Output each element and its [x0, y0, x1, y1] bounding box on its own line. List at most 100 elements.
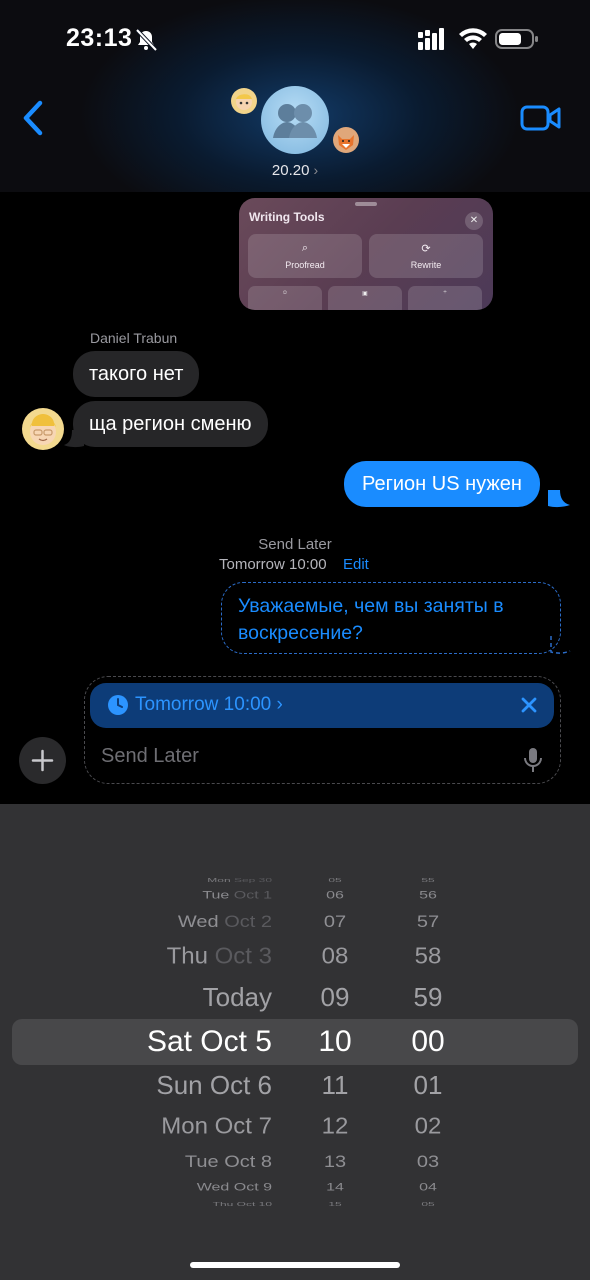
member-avatar [231, 88, 257, 114]
picker-hour[interactable]: 15 [306, 1201, 364, 1207]
panel-grabber[interactable] [355, 202, 377, 206]
picker-date[interactable]: Mon Oct 7 [161, 1113, 272, 1140]
chevron-right-icon: › [313, 162, 319, 178]
send-later-label: Send Later [258, 536, 332, 553]
picker-row[interactable]: Tue Oct 8 13 03 [0, 1152, 590, 1172]
writing-tools-close-button[interactable]: ✕ [465, 212, 483, 230]
picker-hour[interactable]: 05 [306, 877, 364, 883]
picker-row[interactable]: Tue Oct 1 06 56 [0, 889, 590, 902]
proofread-button[interactable]: ⌕ Proofread [248, 234, 362, 278]
picker-date-label: Sun Oct 6 [156, 1070, 272, 1101]
picker-date[interactable]: Thu Oct 10 [213, 1201, 272, 1207]
picker-minute[interactable]: 56 [397, 889, 459, 902]
dictation-mic-icon[interactable] [523, 746, 543, 774]
picker-date-suffix: Oct 3 [207, 943, 272, 969]
cellular-signal-icon [418, 28, 444, 50]
picker-hour[interactable]: 14 [306, 1181, 364, 1194]
picker-row[interactable]: Thu Oct 3 08 58 [0, 943, 590, 970]
picker-date-label: Thu [166, 943, 208, 969]
professional-tone-button[interactable]: ▣ [328, 286, 402, 310]
picker-hour[interactable]: 12 [306, 1113, 364, 1140]
picker-row[interactable]: Mon Oct 7 12 02 [0, 1113, 590, 1140]
back-chevron-icon[interactable] [18, 100, 48, 136]
message-input-placeholder[interactable]: Send Later [101, 745, 199, 768]
picker-minute[interactable]: 57 [397, 912, 459, 932]
picker-minute[interactable]: 00 [397, 1024, 459, 1060]
schedule-chip-label[interactable]: Tomorrow 10:00 › [135, 694, 283, 716]
writing-tools-panel: Writing Tools ✕ ⌕ Proofread ⟳ Rewrite ☺ … [239, 198, 493, 310]
picker-hour[interactable]: 11 [306, 1070, 364, 1101]
remove-schedule-close-icon[interactable] [518, 694, 540, 716]
picker-date-suffix: Sep 30 [230, 876, 272, 884]
picker-minute[interactable]: 05 [397, 1201, 459, 1207]
outgoing-message[interactable]: Регион US нужен [344, 461, 540, 507]
picker-hour[interactable]: 09 [306, 982, 364, 1013]
wifi-icon [459, 28, 487, 49]
bubble-tail [550, 636, 571, 654]
scheduled-message[interactable]: Уважаемые, чем вы заняты в воскресение? [221, 582, 561, 654]
picker-date-label: Tue Oct 8 [184, 1152, 272, 1172]
incoming-message[interactable]: такого нет [73, 351, 200, 397]
bubble-tail [548, 490, 570, 508]
picker-date[interactable]: Wed Oct 9 [197, 1181, 272, 1194]
picker-date[interactable]: Sat Oct 5 [147, 1024, 272, 1060]
picker-minute[interactable]: 02 [397, 1113, 459, 1140]
group-name[interactable]: 20.20 › [0, 162, 590, 179]
picker-row[interactable]: Sun Oct 6 11 01 [0, 1070, 590, 1101]
battery-icon [495, 29, 538, 49]
picker-row[interactable]: Wed Oct 2 07 57 [0, 912, 590, 932]
member-avatar [333, 127, 359, 153]
picker-date[interactable]: Mon Sep 30 [207, 877, 272, 883]
picker-hour[interactable]: 08 [306, 943, 364, 970]
memoji-icon [30, 414, 56, 445]
picker-date-label: Today [202, 982, 272, 1013]
memoji-icon [236, 94, 252, 110]
sender-name: Daniel Trabun [90, 330, 178, 346]
incoming-message[interactable]: ща регион сменю [73, 401, 268, 447]
picker-date[interactable]: Tue Oct 1 [202, 889, 272, 902]
friendly-tone-button[interactable]: ☺ [248, 286, 322, 310]
picker-row-selected[interactable]: Sat Oct 5 10 00 [0, 1024, 590, 1060]
sender-avatar[interactable] [22, 408, 64, 450]
send-later-time: Tomorrow 10:00 [219, 556, 327, 573]
picker-date[interactable]: Thu Oct 3 [167, 943, 272, 970]
home-indicator[interactable] [190, 1262, 400, 1268]
proofread-label: Proofread [285, 260, 325, 270]
plus-icon [31, 749, 54, 772]
magnifier-icon: ⌕ [301, 242, 309, 254]
picker-date-label: Thu Oct 10 [212, 1200, 272, 1208]
picker-minute[interactable]: 03 [397, 1152, 459, 1172]
facetime-video-icon[interactable] [520, 103, 562, 133]
picker-date[interactable]: Today [203, 982, 272, 1013]
picker-date-label: Sat Oct 5 [146, 1025, 272, 1058]
picker-row[interactable]: Thu Oct 10 15 05 [0, 1201, 590, 1207]
picker-row[interactable]: Mon Sep 30 05 55 [0, 877, 590, 883]
writing-tools-title: Writing Tools [249, 210, 325, 224]
picker-row[interactable]: Today 09 59 [0, 982, 590, 1013]
send-later-edit-link[interactable]: Edit [343, 556, 369, 573]
picker-hour[interactable]: 06 [306, 889, 364, 902]
silent-bell-icon [135, 28, 158, 52]
status-time: 23:13 [66, 24, 133, 52]
picker-date[interactable]: Sun Oct 6 [156, 1070, 272, 1101]
picker-hour[interactable]: 13 [306, 1152, 364, 1172]
clock-icon [108, 695, 128, 715]
picker-minute[interactable]: 58 [397, 943, 459, 970]
picker-minute[interactable]: 55 [397, 877, 459, 883]
add-attachment-button[interactable] [19, 737, 66, 784]
concise-tone-button[interactable]: ÷ [408, 286, 482, 310]
picker-hour[interactable]: 10 [306, 1024, 364, 1060]
group-avatar[interactable] [261, 86, 329, 154]
picker-hour[interactable]: 07 [306, 912, 364, 932]
picker-minute[interactable]: 59 [397, 982, 459, 1013]
status-bar: 23:13 [0, 0, 590, 80]
rewrite-button[interactable]: ⟳ Rewrite [369, 234, 483, 278]
picker-date[interactable]: Wed Oct 2 [178, 912, 272, 932]
picker-row[interactable]: Wed Oct 9 14 04 [0, 1181, 590, 1194]
picker-minute[interactable]: 04 [397, 1181, 459, 1194]
picker-date[interactable]: Tue Oct 8 [185, 1152, 272, 1172]
rewrite-cycle-icon: ⟳ [421, 243, 431, 255]
fox-memoji-icon [338, 135, 354, 150]
date-time-picker[interactable]: Mon Sep 30 05 55 Tue Oct 1 06 56 Wed Oct 2 07 57… [0, 804, 590, 1280]
picker-minute[interactable]: 01 [397, 1070, 459, 1101]
